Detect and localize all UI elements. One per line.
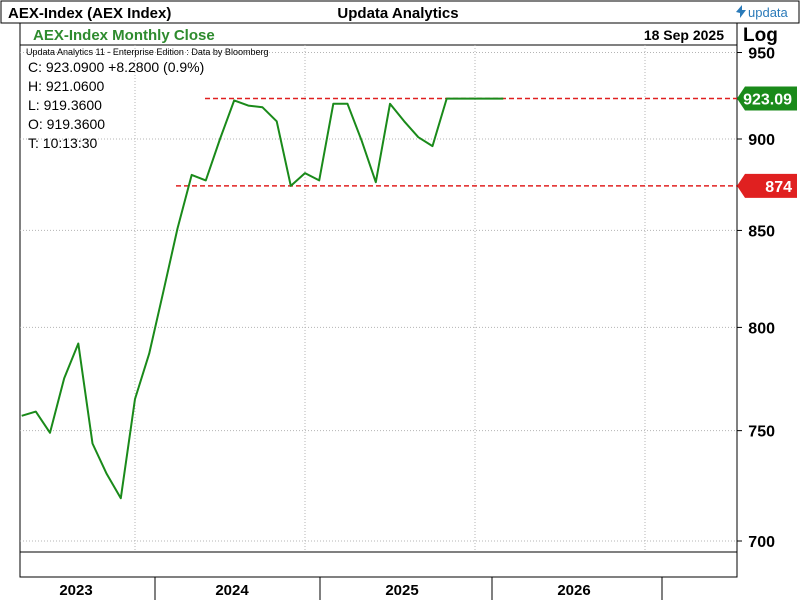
- chart-background: [0, 0, 800, 600]
- y-tick-label: 850: [748, 223, 775, 240]
- y-tick-label: 900: [748, 132, 775, 149]
- x-tick-label: 2026: [557, 582, 590, 599]
- scale-label: Log: [743, 25, 778, 46]
- chart-canvas: AEX-Index (AEX Index) Updata Analytics u…: [0, 0, 800, 600]
- series-title: AEX-Index Monthly Close: [33, 27, 215, 44]
- edition-note: Updata Analytics 11 - Enterprise Edition…: [26, 47, 268, 57]
- quote-close: C: 923.0900 +8.2800 (0.9%): [28, 59, 204, 75]
- y-tick-label: 950: [748, 46, 775, 63]
- vendor-title: Updata Analytics: [337, 5, 458, 22]
- quote-time: T: 10:13:30: [28, 135, 97, 151]
- y-tick-label: 700: [748, 534, 775, 551]
- quote-high: H: 921.0600: [28, 78, 104, 94]
- x-tick-label: 2025: [385, 582, 418, 599]
- x-tick-label: 2024: [215, 582, 249, 599]
- quote-open: O: 919.3600: [28, 116, 105, 132]
- chart-date: 18 Sep 2025: [644, 27, 724, 43]
- x-tick-label: 2023: [59, 582, 92, 599]
- y-tick-label: 750: [748, 424, 775, 441]
- y-tick-label: 800: [748, 320, 775, 337]
- quote-low: L: 919.3600: [28, 97, 102, 113]
- symbol-title: AEX-Index (AEX Index): [8, 5, 171, 22]
- value-tag-label: 874: [765, 179, 792, 196]
- value-tag-label: 923.09: [743, 91, 792, 108]
- brand-name: updata: [748, 5, 789, 20]
